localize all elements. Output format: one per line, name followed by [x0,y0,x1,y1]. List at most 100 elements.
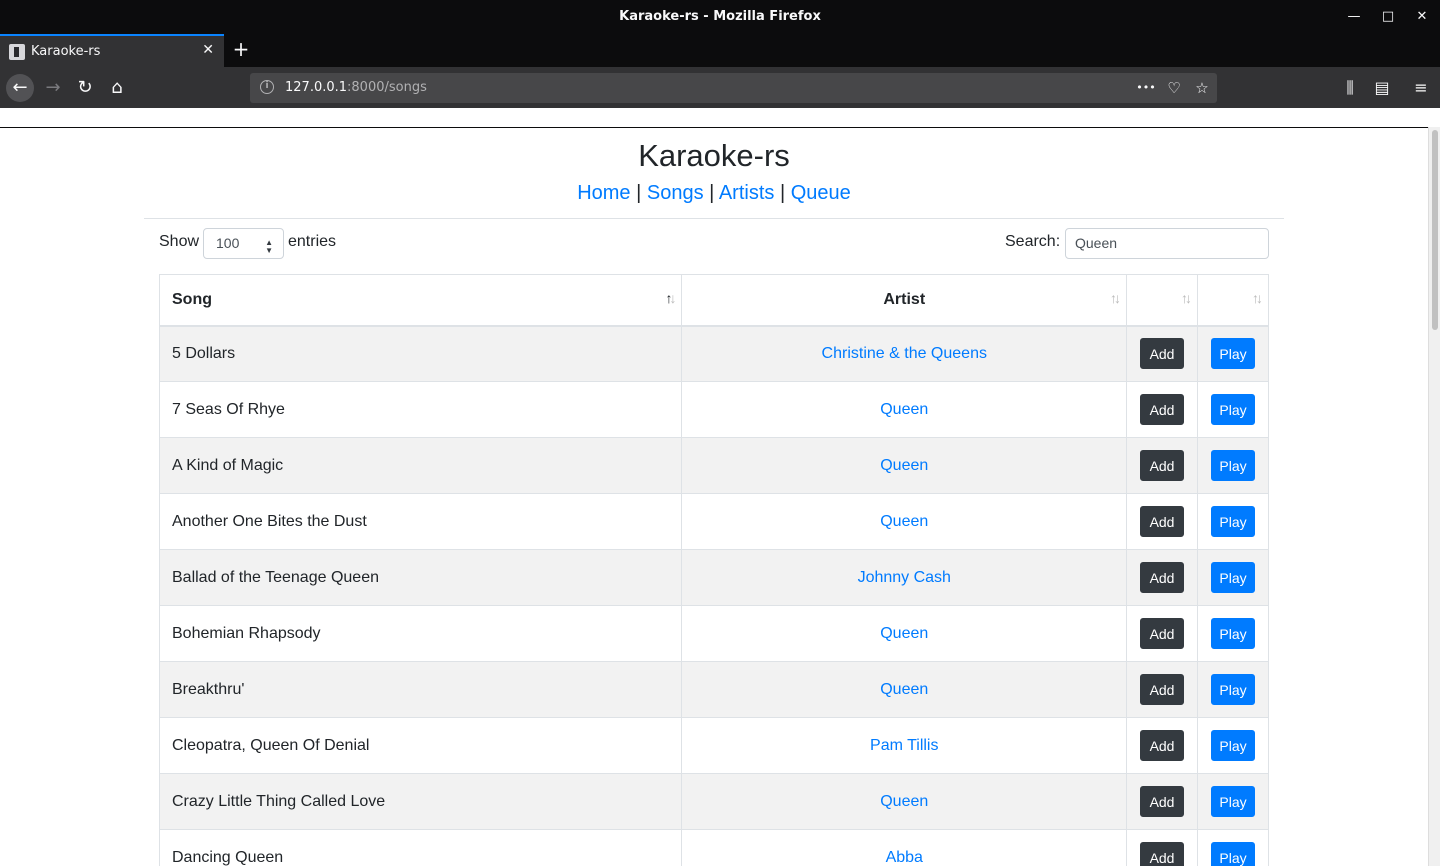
add-cell: Add [1126,437,1199,494]
song-title: 5 Dollars [158,325,683,382]
show-label: Show [159,233,200,250]
nav-separator: | [636,182,642,204]
reload-icon[interactable]: ↻ [71,74,99,102]
nav-link-artists[interactable]: Artists [719,182,775,204]
artist-link[interactable]: Queen [880,793,928,810]
play-button[interactable]: Play [1211,618,1255,649]
artist-link[interactable]: Queen [880,681,928,698]
navigation-toolbar: ← → ↻ ⌂ i 127.0.0.1:8000/songs ••• ♡ ☆ ⫼… [0,67,1440,108]
artist-link[interactable]: Queen [880,625,928,642]
play-button[interactable]: Play [1211,674,1255,705]
play-button[interactable]: Play [1211,786,1255,817]
play-button[interactable]: Play [1211,506,1255,537]
home-icon[interactable]: ⌂ [103,74,131,102]
library-icon[interactable]: ⫼ [1339,77,1361,99]
play-button[interactable]: Play [1211,842,1255,866]
song-title: Crazy Little Thing Called Love [158,773,683,830]
play-button[interactable]: Play [1211,450,1255,481]
nav-link-home[interactable]: Home [577,182,630,204]
nav-link-songs[interactable]: Songs [647,182,704,204]
table-row: Dancing Queen Abba Add Play [158,829,1269,866]
artist-cell: Johnny Cash [681,549,1128,606]
artist-link[interactable]: Christine & the Queens [822,345,987,362]
artist-cell: Queen [681,773,1128,830]
column-header-play[interactable]: ↑↓ [1197,274,1269,327]
table-row: Ballad of the Teenage Queen Johnny Cash Ad… [158,549,1269,606]
forward-icon[interactable]: → [39,74,67,102]
add-button[interactable]: Add [1140,562,1185,593]
entries-length-select[interactable]: 100 ▲ ▼ [203,228,284,259]
artist-link[interactable]: Queen [880,401,928,418]
table-header-row: Song ↑↓ Artist ↑↓ ↑↓ ↑↓ [158,274,1269,327]
play-cell: Play [1197,325,1269,382]
column-header-song[interactable]: Song ↑↓ [158,274,683,327]
play-cell: Play [1197,381,1269,438]
add-button[interactable]: Add [1140,506,1185,537]
play-cell: Play [1197,605,1269,662]
new-tab-icon[interactable]: + [230,38,252,60]
table-row: 5 Dollars Christine & the Queens Add Play [158,325,1269,382]
artist-link[interactable]: Pam Tillis [870,737,938,754]
artist-link[interactable]: Abba [886,849,923,866]
song-title: Breakthru' [158,661,683,718]
url-bar[interactable]: i 127.0.0.1:8000/songs ••• ♡ ☆ [250,73,1217,103]
add-button[interactable]: Add [1140,786,1185,817]
pocket-icon[interactable]: ♡ [1164,78,1184,98]
table-row: A Kind of Magic Queen Add Play [158,437,1269,494]
bookmark-star-icon[interactable]: ☆ [1192,78,1212,98]
sidebar-icon[interactable]: ▤ [1371,77,1393,99]
artist-link[interactable]: Queen [880,457,928,474]
tab-close-icon[interactable]: ✕ [202,42,214,58]
song-title: Dancing Queen [158,829,683,866]
play-cell: Play [1197,437,1269,494]
divider [144,218,1284,219]
page-content: Karaoke-rs Home | Songs | Artists | Queu… [0,127,1428,866]
add-button[interactable]: Add [1140,842,1185,866]
tab-karaoke-rs[interactable]: Karaoke-rs ✕ [0,34,224,67]
artist-cell: Queen [681,661,1128,718]
url-text[interactable]: 127.0.0.1:8000/songs [285,80,427,95]
artist-link[interactable]: Queen [880,513,928,530]
add-button[interactable]: Add [1140,674,1185,705]
add-cell: Add [1126,549,1199,606]
add-button[interactable]: Add [1140,394,1185,425]
minimize-icon[interactable]: — [1345,8,1363,26]
back-icon[interactable]: ← [6,74,34,102]
table-row: Crazy Little Thing Called Love Queen Add Pl… [158,773,1269,830]
select-arrows-icon: ▲ ▼ [265,238,273,255]
play-cell: Play [1197,493,1269,550]
add-cell: Add [1126,605,1199,662]
song-title: Ballad of the Teenage Queen [158,549,683,606]
table-row: Another One Bites the Dust Queen Add Play [158,493,1269,550]
play-cell: Play [1197,829,1269,866]
menu-icon[interactable]: ≡ [1410,77,1432,99]
play-cell: Play [1197,717,1269,774]
sort-icon: ↑↓ [1252,290,1263,306]
page-scrollbar[interactable] [1428,127,1440,866]
page-actions-icon[interactable]: ••• [1136,78,1156,98]
song-title: Cleopatra, Queen Of Denial [158,717,683,774]
close-window-icon[interactable]: ✕ [1413,8,1431,26]
play-cell: Play [1197,773,1269,830]
artist-link[interactable]: Johnny Cash [858,569,951,586]
add-button[interactable]: Add [1140,730,1185,761]
add-button[interactable]: Add [1140,618,1185,649]
play-button[interactable]: Play [1211,562,1255,593]
add-button[interactable]: Add [1140,338,1185,370]
nav-link-queue[interactable]: Queue [791,182,851,204]
tab-title: Karaoke-rs [31,44,101,59]
site-info-icon[interactable]: i [260,80,274,94]
play-button[interactable]: Play [1211,338,1255,370]
column-header-add[interactable]: ↑↓ [1126,274,1199,327]
search-input[interactable]: Queen [1065,228,1269,259]
sort-asc-icon: ↑↓ [665,290,676,306]
song-title: 7 Seas Of Rhye [158,381,683,438]
play-button[interactable]: Play [1211,394,1255,425]
add-button[interactable]: Add [1140,450,1185,481]
maximize-icon[interactable]: □ [1379,8,1397,26]
column-header-artist[interactable]: Artist ↑↓ [681,274,1128,327]
play-button[interactable]: Play [1211,730,1255,761]
tab-bar: Karaoke-rs ✕ + [0,34,1440,67]
artist-cell: Pam Tillis [681,717,1128,774]
scrollbar-thumb[interactable] [1432,130,1438,330]
